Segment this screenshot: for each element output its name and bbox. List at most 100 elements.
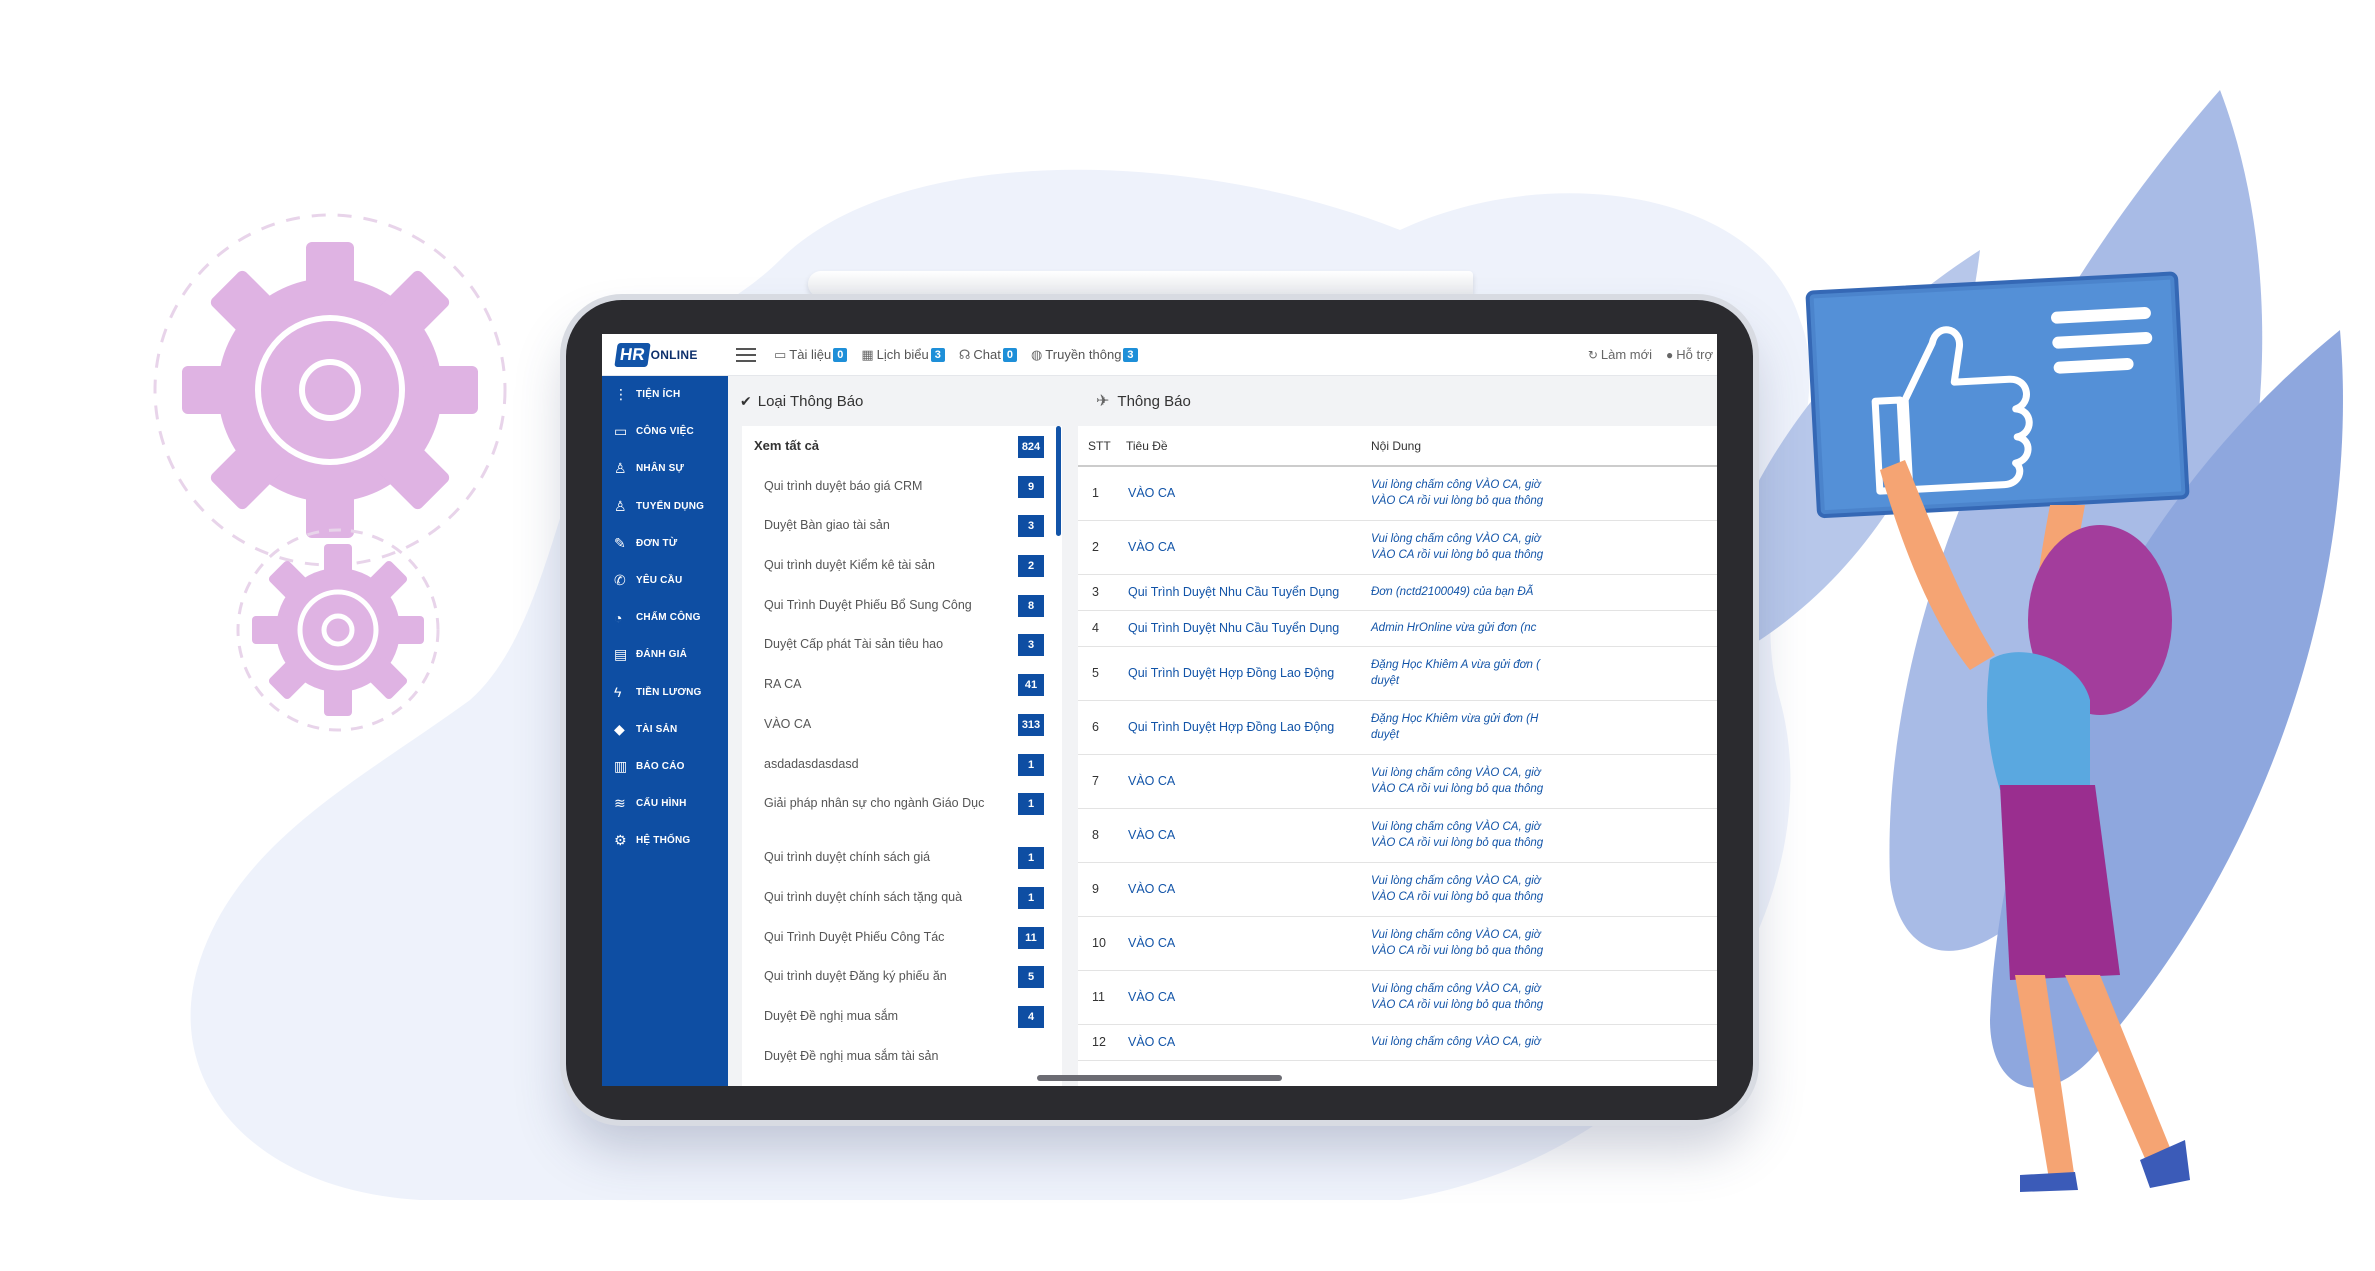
cell-stt: 11 [1078,970,1116,1025]
col-stt[interactable]: STT [1078,426,1116,467]
list-item[interactable]: Duyệt Cấp phát Tài sản tiêu hao 3 [742,624,1062,664]
table-row[interactable]: 5 Qui Trình Duyệt Hợp Đồng Lao Động Đặng H… [1078,646,1717,701]
list-item[interactable]: Qui trình duyệt chính sách tặng quà 1 [742,877,1062,917]
list-item[interactable]: Qui Trình Duyệt Phiếu Bổ Sung Công 8 [742,585,1062,625]
inbox-icon: ▭ [614,423,628,440]
help-icon: ● [1666,347,1674,362]
refresh-button[interactable]: ↻ Làm mới [1588,347,1652,362]
sidebar-item-personnel[interactable]: ♙ Nhân sự [602,450,728,487]
list-item[interactable]: Qui trình duyệt Kiểm kê tài sản 2 [742,545,1062,585]
list-item[interactable]: Duyệt Bàn giao tài sản 3 [742,505,1062,545]
table-row[interactable]: 6 Qui Trình Duyệt Hợp Đồng Lao Động Đặng H… [1078,700,1717,755]
table-row[interactable]: 4 Qui Trình Duyệt Nhu Cầu Tuyển Dụng Admin… [1078,610,1717,647]
cell-stt: 9 [1078,862,1116,917]
table-row[interactable]: 3 Qui Trình Duyệt Nhu Cầu Tuyển Dụng Đơn (… [1078,574,1717,611]
list-item[interactable]: Qui trình duyệt chính sách giá 1 [742,837,1062,877]
table-row[interactable]: 9 VÀO CA Vui lòng chấm công VÀO CA, giờ VÀO… [1078,862,1717,917]
sidebar-item-assets[interactable]: ◆ Tài sản [602,711,728,748]
list-item[interactable]: Qui trình duyệt báo giá CRM 9 [742,466,1062,506]
content-line: Đặng Học Khiêm A vừa gửi đơn ( [1371,659,1540,671]
list-item[interactable]: asdadasdasdasd 1 [742,744,1062,784]
list-item[interactable]: VÀO CA 313 [742,704,1062,744]
cell-title[interactable]: Qui Trình Duyệt Hợp Đồng Lao Động [1116,646,1361,701]
cell-title[interactable]: VÀO CA [1116,1024,1361,1061]
content-line: VÀO CA rồi vui lòng bỏ qua thông [1371,891,1544,903]
cell-title[interactable]: VÀO CA [1116,970,1361,1025]
col-content[interactable]: Nội Dung [1361,426,1717,467]
sidebar-item-work[interactable]: ▭ Công việc [602,413,728,450]
table-row[interactable]: 10 VÀO CA Vui lòng chấm công VÀO CA, giờ VÀ… [1078,916,1717,971]
list-item[interactable]: Qui trình duyệt Đăng ký phiếu ăn 5 [742,956,1062,996]
sidebar-item-label: Tiền lương [636,686,702,698]
category-view-all[interactable]: Xem tất cả 824 [742,426,1062,466]
table-row[interactable]: 2 VÀO CA Vui lòng chấm công VÀO CA, giờ VÀO… [1078,520,1717,575]
list-item[interactable]: Duyệt Đề nghị mua sắm 4 [742,996,1062,1036]
cell-title[interactable]: VÀO CA [1116,808,1361,863]
stylus-pencil [808,271,1473,297]
cell-title[interactable]: Qui Trình Duyệt Hợp Đồng Lao Động [1116,700,1361,755]
category-count: 5 [1018,966,1044,989]
nav-badge: 0 [833,347,848,362]
category-count: 1 [1018,753,1044,776]
app-screen: HR ONLINE ▭ Tài liệu 0 ▦ Lịch biểu 3 ☊ C… [602,334,1717,1086]
table-row[interactable]: 8 VÀO CA Vui lòng chấm công VÀO CA, giờ VÀO… [1078,808,1717,863]
sidebar-item-payroll[interactable]: ϟ Tiền lương [602,674,728,711]
cell-title[interactable]: Qui Trình Duyệt Nhu Cầu Tuyển Dụng [1116,574,1361,611]
list-item[interactable]: Giải pháp nhân sự cho ngành Giáo Dục 1 [742,783,1062,837]
content-line: Admin HrOnline vừa gửi đơn (nc [1371,622,1537,634]
sidebar-item-forms[interactable]: ✎ Đơn từ [602,525,728,562]
app-logo[interactable]: HR ONLINE [602,334,712,376]
category-count: 2 [1018,555,1044,578]
table-row[interactable]: 12 VÀO CA Vui lòng chấm công VÀO CA, giờ [1078,1024,1717,1061]
category-scrollbar[interactable] [1056,426,1061,536]
table-row[interactable]: 7 VÀO CA Vui lòng chấm công VÀO CA, giờ VÀO… [1078,754,1717,809]
sidebar-item-requests[interactable]: ✆ Yêu cầu [602,562,728,599]
nav-calendar[interactable]: ▦ Lịch biểu 3 [861,347,945,363]
content-line: Vui lòng chấm công VÀO CA, giờ [1371,983,1541,995]
cell-stt: 6 [1078,700,1116,755]
category-label: Qui trình duyệt chính sách tặng quà [764,889,963,904]
nav-documents[interactable]: ▭ Tài liệu 0 [774,347,848,363]
cell-title[interactable]: VÀO CA [1116,520,1361,575]
support-label: Hỗ trợ [1676,347,1713,362]
list-item[interactable]: Qui Trình Duyệt Phiếu Công Tác 11 [742,917,1062,957]
panel-title: ✔ Loại Thông Báo [728,376,1078,426]
cell-stt: 10 [1078,916,1116,971]
table-row[interactable]: 1 VÀO CA Vui lòng chấm công VÀO CA, giờ VÀO… [1078,466,1717,521]
cell-title[interactable]: VÀO CA [1116,466,1361,521]
nav-media[interactable]: ◍ Truyền thông 3 [1031,347,1138,363]
category-count: 4 [1018,1005,1044,1028]
cell-title[interactable]: Qui Trình Duyệt Nhu Cầu Tuyển Dụng [1116,610,1361,647]
sidebar-item-label: Hệ thống [636,835,691,847]
category-label: RA CA [764,677,802,692]
col-title[interactable]: Tiêu Đề [1116,426,1361,467]
sidebar-item-recruitment[interactable]: ♙ Tuyển dụng [602,488,728,525]
cell-stt: 4 [1078,610,1116,647]
list-item[interactable]: RA CA 41 [742,664,1062,704]
hamburger-menu-icon[interactable] [736,347,756,362]
top-nav: ▭ Tài liệu 0 ▦ Lịch biểu 3 ☊ Chat 0 ◍ Tr… [774,347,1152,363]
logo-online: ONLINE [650,347,698,362]
book-icon: ▤ [614,646,628,663]
category-label: Qui Trình Duyệt Phiếu Bổ Sung Công [764,597,972,612]
nav-label: Chat [973,347,1001,362]
category-label: Xem tất cả [754,438,820,453]
support-button[interactable]: ● Hỗ trợ [1666,347,1713,362]
sidebar-item-timekeeping[interactable]: ◔ Chấm công [602,599,728,636]
nav-chat[interactable]: ☊ Chat 0 [959,347,1017,363]
sidebar-item-evaluation[interactable]: ▤ Đánh giá [602,636,728,673]
list-item[interactable]: Duyệt Đề nghị mua sắm tài sản [742,1036,1062,1076]
sidebar-item-label: Tài sản [636,723,678,735]
sidebar-item-reports[interactable]: ▥ Báo cáo [602,748,728,785]
cell-title[interactable]: VÀO CA [1116,916,1361,971]
category-label: Duyệt Đề nghị mua sắm tài sản [764,1048,939,1063]
notifications-table: STT Tiêu Đề Nội Dung 1 VÀO CA Vui lòng chấ… [1078,426,1717,1061]
sidebar-item-utilities[interactable]: ⋮ Tiện ích [602,376,728,413]
cell-stt: 1 [1078,466,1116,521]
cell-title[interactable]: VÀO CA [1116,754,1361,809]
sidebar-item-config[interactable]: ≋ Cấu hình [602,785,728,822]
sidebar-item-label: Yêu cầu [636,575,683,587]
cell-title[interactable]: VÀO CA [1116,862,1361,917]
sidebar-item-system[interactable]: ⚙ Hệ thống [602,822,728,859]
table-row[interactable]: 11 VÀO CA Vui lòng chấm công VÀO CA, giờ VÀ… [1078,970,1717,1025]
